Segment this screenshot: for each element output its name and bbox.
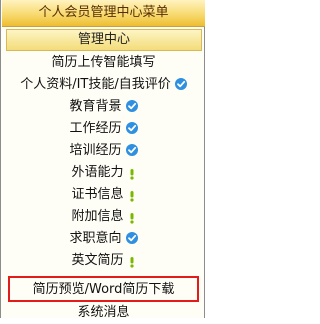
menu-item-label: 教育背景 (69, 99, 122, 114)
menu-item-education[interactable]: 教育背景 (1, 96, 206, 118)
menu-panel: 个人会员管理中心菜单 管理中心 简历上传智能填写 个人资料/IT技能/自我评价 … (0, 0, 205, 320)
menu-item-work-experience[interactable]: 工作经历 (1, 118, 206, 140)
menu-item-personal-info[interactable]: 个人资料/IT技能/自我评价 (1, 74, 206, 96)
menu-item-label: 英文简历 (71, 253, 124, 268)
menu-item-training[interactable]: 培训经历 (1, 140, 206, 162)
warning-icon (128, 188, 136, 202)
menu-item-system-messages[interactable]: 系统消息 (1, 302, 206, 324)
check-icon (174, 77, 187, 90)
menu-item-language[interactable]: 外语能力 (1, 162, 206, 184)
menu-item-label: 简历预览/Word简历下载 (32, 282, 175, 297)
check-icon (125, 121, 138, 134)
menu-item-label: 培训经历 (69, 143, 122, 158)
menu-list: 简历上传智能填写 个人资料/IT技能/自我评价 教育背景 工作经历 培训经历 外… (1, 52, 206, 324)
warning-icon (128, 254, 136, 268)
panel-title: 个人会员管理中心菜单 (2, 0, 205, 27)
section-header-management-center[interactable]: 管理中心 (6, 29, 202, 51)
menu-item-label: 个人资料/IT技能/自我评价 (20, 77, 171, 92)
menu-item-label: 求职意向 (69, 231, 122, 246)
warning-icon (128, 210, 136, 224)
menu-item-job-intention[interactable]: 求职意向 (1, 228, 206, 250)
menu-item-english-resume[interactable]: 英文简历 (1, 250, 206, 272)
menu-item-label: 证书信息 (71, 187, 124, 202)
menu-item-label: 工作经历 (69, 121, 122, 136)
menu-item-label: 外语能力 (71, 165, 124, 180)
menu-item-label: 简历上传智能填写 (51, 55, 156, 70)
menu-item-resume-upload[interactable]: 简历上传智能填写 (1, 52, 206, 74)
warning-icon (128, 166, 136, 180)
menu-item-label: 附加信息 (71, 209, 124, 224)
menu-item-certificates[interactable]: 证书信息 (1, 184, 206, 206)
menu-item-resume-preview-download[interactable]: 简历预览/Word简历下载 (8, 276, 199, 302)
menu-item-additional-info[interactable]: 附加信息 (1, 206, 206, 228)
check-icon (125, 99, 138, 112)
check-icon (125, 231, 138, 244)
check-icon (125, 143, 138, 156)
